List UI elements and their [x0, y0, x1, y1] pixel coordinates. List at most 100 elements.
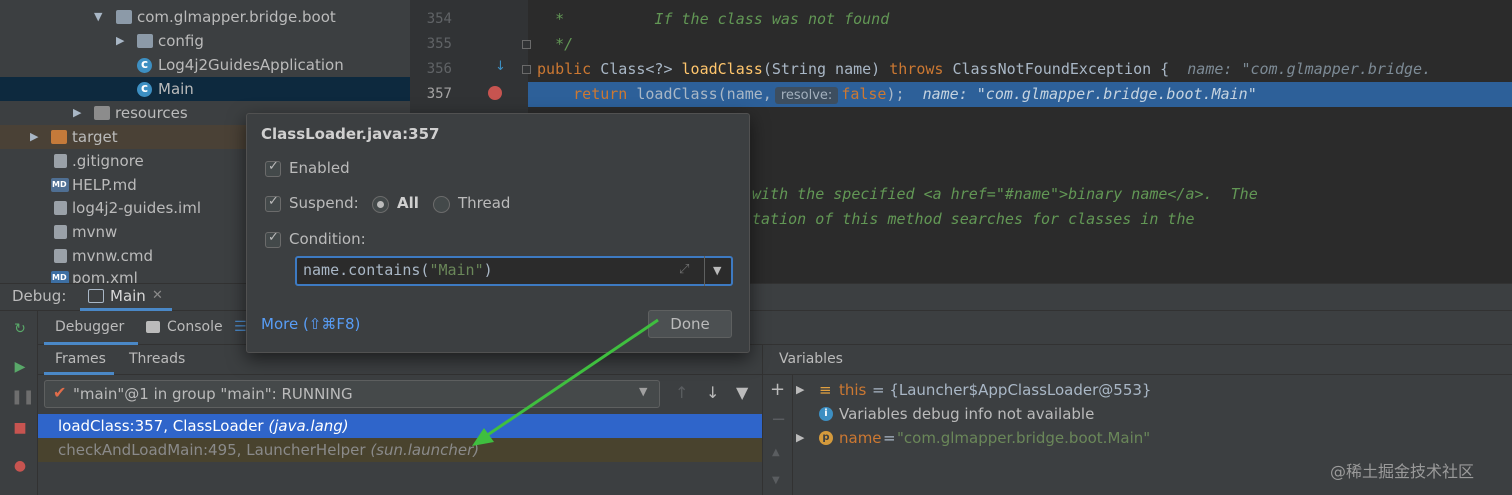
done-button[interactable]: Done — [648, 310, 732, 338]
code-text: loadClass(name, — [627, 85, 772, 103]
line-number: 356 — [426, 61, 452, 77]
filter-icon[interactable]: ▼ — [736, 383, 748, 402]
line-number: 354 — [426, 11, 452, 27]
expand-editor-icon[interactable]: ⤢ — [679, 262, 689, 277]
tree-item-label: resources — [115, 104, 188, 122]
class-icon — [137, 76, 152, 100]
layout-icon[interactable]: ☰ — [234, 319, 247, 335]
suspend-checkbox[interactable] — [265, 194, 281, 212]
tree-item-label: mvnw.cmd — [72, 247, 154, 265]
watermark: @稀土掘金技术社区 — [1330, 462, 1475, 481]
tab-threads[interactable]: Threads — [129, 351, 185, 367]
tab-console[interactable]: Console — [167, 319, 223, 335]
arrow-up-icon[interactable]: ↑ — [675, 383, 688, 402]
add-watch-icon[interactable]: + — [770, 379, 785, 400]
pause-icon[interactable]: ❚❚ — [11, 389, 34, 405]
tree-item-label: target — [72, 128, 118, 146]
enabled-checkbox[interactable] — [265, 159, 281, 177]
move-up-icon[interactable]: ▲ — [772, 447, 780, 458]
checkmark-icon: ✔ — [53, 383, 67, 402]
condition-input[interactable]: name.contains("Main") ⤢ ▼ — [295, 256, 733, 286]
more-link[interactable]: More (⇧⌘F8) — [261, 315, 360, 333]
history-dropdown-icon[interactable]: ▼ — [713, 264, 721, 277]
expand-arrow-icon[interactable]: ▶ — [796, 378, 804, 402]
code-keyword: throws — [889, 60, 944, 78]
parameter-icon: p — [819, 431, 833, 445]
view-breakpoints-icon[interactable]: ● — [11, 458, 29, 474]
variable-name: this — [839, 381, 867, 399]
suspend-thread-label: Thread — [458, 194, 511, 212]
class-icon — [137, 52, 152, 76]
condition-checkbox[interactable] — [265, 230, 281, 248]
thread-selector-value: "main"@1 in group "main": RUNNING — [73, 385, 353, 403]
condition-code: ) — [483, 261, 493, 279]
info-icon: i — [819, 407, 833, 421]
remove-watch-icon[interactable]: − — [771, 409, 786, 430]
enabled-label: Enabled — [289, 159, 350, 177]
tree-item-label: pom.xml — [72, 269, 138, 283]
suspend-label: Suspend: — [289, 194, 359, 212]
debug-side-toolbar: ↻ ▶ ❚❚ ■ ● — [0, 311, 38, 495]
code-line-doc-1: with the specified <a href="#name">binar… — [752, 182, 1512, 207]
line-number: 355 — [426, 36, 452, 52]
variable-name: name — [839, 429, 882, 447]
expand-arrow-icon[interactable]: ▼ — [94, 5, 102, 29]
frame-method: checkAndLoadMain:495, LauncherHelper — [58, 441, 366, 459]
code-line-357-current: return loadClass(name, resolve: false); na… — [528, 82, 1512, 107]
variable-value: = {Launcher$AppClassLoader@553} — [872, 381, 1152, 399]
condition-string: "Main" — [429, 261, 484, 279]
popup-title: ClassLoader.java:357 — [261, 125, 440, 143]
frame-package: (java.lang) — [268, 417, 349, 435]
arrow-down-icon[interactable]: ↓ — [706, 383, 719, 402]
debug-session-tab[interactable]: Main — [110, 287, 146, 305]
suspend-all-radio[interactable] — [372, 196, 389, 213]
tree-item-main[interactable]: Main — [0, 76, 410, 101]
code-comment: */ — [528, 35, 574, 53]
code-line-356: public Class<?> loadClass(String name) t… — [528, 57, 1512, 82]
tree-item-label: com.glmapper.bridge.boot — [137, 8, 336, 26]
collapse-arrow-icon[interactable]: ▶ — [73, 101, 81, 125]
debug-tool-window-header: Debug: Main ✕ — [0, 283, 1512, 311]
move-down-icon[interactable]: ▼ — [772, 475, 780, 486]
code-comment: with the specified <a href="#name">binar… — [752, 185, 1258, 203]
tree-item-label: config — [158, 32, 204, 50]
divider — [704, 256, 705, 286]
frame-row[interactable]: loadClass:357, ClassLoader (java.lang) — [38, 414, 762, 438]
condition-code: name.contains( — [303, 261, 430, 279]
frame-method: loadClass:357, ClassLoader — [58, 417, 264, 435]
inline-debug-value: name: "com.glmapper.bridge.boot.Main" — [922, 85, 1257, 103]
tab-frames[interactable]: Frames — [55, 351, 106, 367]
resources-folder-icon — [94, 106, 110, 120]
close-icon[interactable]: ✕ — [152, 288, 163, 303]
tree-item-label: log4j2-guides.iml — [72, 199, 202, 217]
tree-item-package-boot[interactable]: ▼ com.glmapper.bridge.boot — [0, 5, 410, 29]
tree-item-config[interactable]: ▶ config — [0, 29, 410, 53]
code-text: ClassNotFoundException { — [943, 60, 1170, 78]
thread-selector[interactable]: ✔ "main"@1 in group "main": RUNNING ▼ — [44, 380, 660, 408]
expand-arrow-icon[interactable]: ▶ — [796, 426, 804, 450]
code-line-355: */ — [528, 32, 1512, 57]
conditional-breakpoint-icon[interactable] — [488, 86, 502, 100]
markdown-icon — [51, 173, 69, 197]
line-number: 357 — [426, 86, 452, 102]
frame-row[interactable]: checkAndLoadMain:495, LauncherHelper (su… — [38, 438, 762, 462]
resume-icon[interactable]: ▶ — [11, 359, 29, 375]
chevron-down-icon[interactable]: ▼ — [639, 385, 647, 398]
file-icon — [54, 201, 67, 215]
tree-item-log4j2guidesapplication[interactable]: Log4j2GuidesApplication — [0, 52, 410, 77]
tab-debugger[interactable]: Debugger — [55, 319, 124, 335]
stop-icon[interactable]: ■ — [11, 420, 29, 436]
code-text: (String name) — [762, 60, 890, 78]
suspend-thread-radio[interactable] — [433, 196, 450, 213]
rerun-icon[interactable]: ↻ — [11, 321, 29, 337]
variables-toolbar: + − ▲ ▼ — [762, 375, 793, 495]
condition-label: Condition: — [289, 230, 366, 248]
code-comment: tation of this method searches for class… — [752, 210, 1195, 228]
package-icon — [137, 34, 153, 48]
collapse-arrow-icon[interactable]: ▶ — [116, 29, 124, 53]
collapse-arrow-icon[interactable]: ▶ — [30, 125, 38, 149]
maven-icon — [51, 266, 69, 283]
code-text: ); — [886, 85, 905, 103]
variable-equals: = — [883, 429, 896, 447]
tree-item-label: HELP.md — [72, 176, 137, 194]
